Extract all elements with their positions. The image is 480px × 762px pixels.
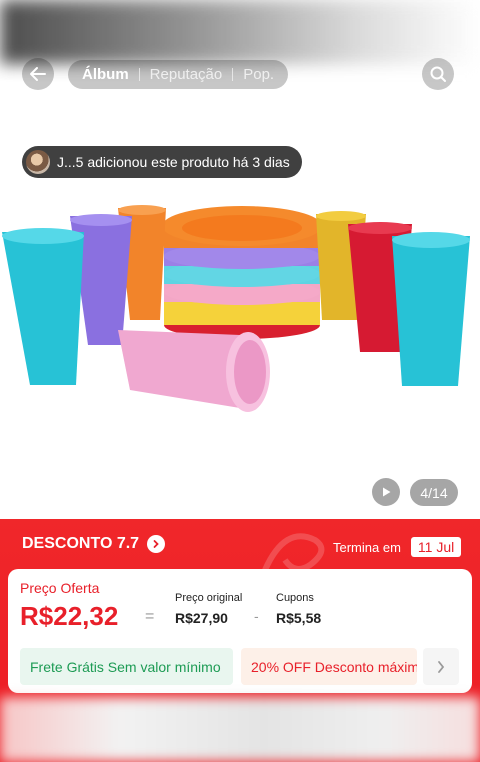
minus-sign: - (254, 608, 259, 624)
coupons-label: Cupons (276, 592, 314, 604)
ends-date: 11 Jul (410, 537, 462, 557)
original-price: R$27,90 (175, 610, 228, 626)
tab-popular[interactable]: Pop. (243, 66, 274, 83)
status-bar-blurred (0, 0, 480, 64)
search-icon (430, 66, 446, 82)
free-shipping-chip[interactable]: Frete Grátis Sem valor mínimo (20, 648, 233, 685)
back-button[interactable] (22, 58, 54, 90)
search-button[interactable] (422, 58, 454, 90)
avatar (26, 150, 50, 174)
ends-label: Termina em (333, 539, 401, 555)
tab-divider (232, 68, 234, 81)
tab-reputation[interactable]: Reputação (150, 66, 223, 83)
product-page: Álbum Reputação Pop. J...5 adicionou est… (0, 0, 480, 762)
chevron-right-icon (438, 660, 445, 673)
image-counter: 4/14 (410, 479, 458, 506)
coupons-value: R$5,58 (276, 610, 322, 626)
plate-stack (162, 206, 322, 339)
tab-album[interactable]: Álbum (82, 66, 129, 83)
recent-add-text: J...5 adicionou este produto há 3 dias (57, 154, 290, 170)
promo-title-text: DESCONTO 7.7 (22, 535, 140, 552)
discount-text: 20% OFF Desconto máximo (251, 658, 417, 675)
teal-cups-left (2, 232, 84, 385)
discount-chip[interactable]: 20% OFF Desconto máximo (241, 648, 417, 685)
chevron-right-icon (147, 535, 166, 553)
promo-ends: Termina em 11 Jul (333, 537, 462, 557)
product-image[interactable] (0, 180, 480, 430)
play-video-button[interactable] (372, 478, 400, 506)
play-icon (383, 487, 391, 497)
recent-add-notice: J...5 adicionou este produto há 3 dias (22, 146, 302, 178)
promo-title[interactable]: DESCONTO 7.7 (22, 535, 166, 553)
teal-cups-right (392, 236, 470, 386)
original-price-label: Preço original (175, 592, 243, 604)
bottom-bar-blurred (0, 697, 480, 762)
arrow-left-icon (30, 67, 46, 81)
tab-divider (138, 68, 140, 81)
offer-price-label: Preço Oferta (20, 580, 100, 596)
offer-price: R$22,32 (20, 601, 119, 631)
more-offers-button[interactable] (423, 648, 459, 685)
free-shipping-text: Frete Grátis Sem valor mínimo (30, 658, 221, 675)
gallery-tabs: Álbum Reputação Pop. (68, 60, 289, 89)
equals-sign: = (145, 608, 155, 625)
